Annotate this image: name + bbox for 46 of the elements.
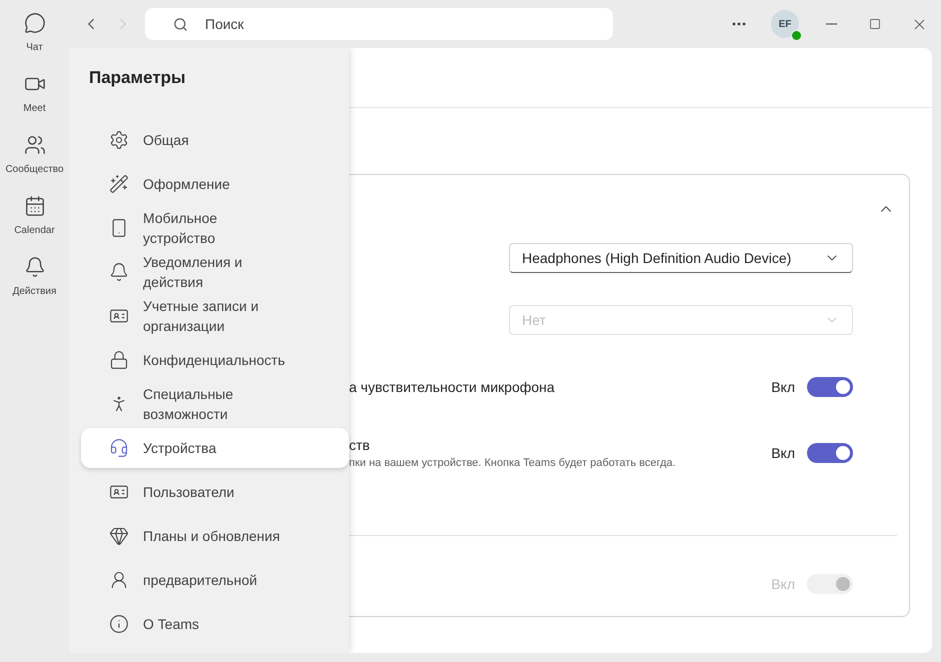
presence-icon: [791, 30, 802, 41]
headset-icon: [109, 438, 129, 458]
toggle-switch[interactable]: [807, 443, 853, 463]
maximize-icon: [869, 18, 881, 30]
minimize-icon: [826, 23, 836, 25]
settings-item[interactable]: Устройства: [81, 428, 349, 468]
settings-icon: [109, 130, 129, 150]
lock-icon: [109, 350, 129, 370]
settings-item[interactable]: предварительной: [81, 560, 349, 600]
settings-item[interactable]: Мобильное устройство: [81, 208, 349, 248]
diamond-icon: [109, 526, 129, 546]
rail-item[interactable]: Calendar: [0, 195, 69, 236]
toggle-state: Вкл: [771, 445, 795, 461]
rail-item[interactable]: Чат: [0, 12, 69, 53]
search-field[interactable]: Поиск: [145, 8, 613, 40]
settings-item[interactable]: Оформление: [81, 164, 349, 204]
info-icon: [109, 614, 129, 634]
magic-wand-icon: [109, 174, 129, 194]
settings-item[interactable]: Общая: [81, 120, 349, 160]
settings-item[interactable]: Планы и обновления: [81, 516, 349, 556]
toggle-switch[interactable]: [807, 377, 853, 397]
settings-title: Параметры: [88, 68, 187, 88]
setting-label: ств: [349, 437, 371, 453]
rail-item[interactable]: Действия: [0, 256, 69, 297]
toggle-state: Вкл: [771, 379, 795, 395]
bell-icon: [109, 262, 129, 282]
settings-item[interactable]: Учетные записи и организации: [81, 296, 349, 336]
toggle-state: Вкл: [771, 576, 795, 592]
setting-description: пки на вашем устройстве. Кнопка Teams будет работать всегда.: [349, 457, 676, 469]
settings-item[interactable]: Специальные возможности: [81, 384, 349, 424]
bell-icon: [24, 256, 46, 278]
people-icon: [24, 134, 46, 156]
user-icon: [109, 570, 129, 590]
rail-item[interactable]: Сообщество: [0, 134, 69, 175]
avatar[interactable]: EF: [771, 10, 799, 38]
setting-label: а чувствительности микрофона: [349, 379, 555, 395]
settings-item[interactable]: Конфиденциальность: [81, 340, 349, 380]
search-icon: [173, 17, 188, 32]
dropdown[interactable]: Headphones (High Definition Audio Device): [509, 243, 853, 273]
calendar-icon: [24, 195, 46, 217]
rail-item[interactable]: Meet: [0, 73, 69, 114]
settings-item[interactable]: Уведомления и действия: [81, 252, 349, 292]
more-icon: [732, 22, 746, 26]
settings-item[interactable]: Пользователи: [81, 472, 349, 512]
settings-item[interactable]: О Teams: [81, 604, 349, 644]
chat-icon: [24, 12, 46, 34]
